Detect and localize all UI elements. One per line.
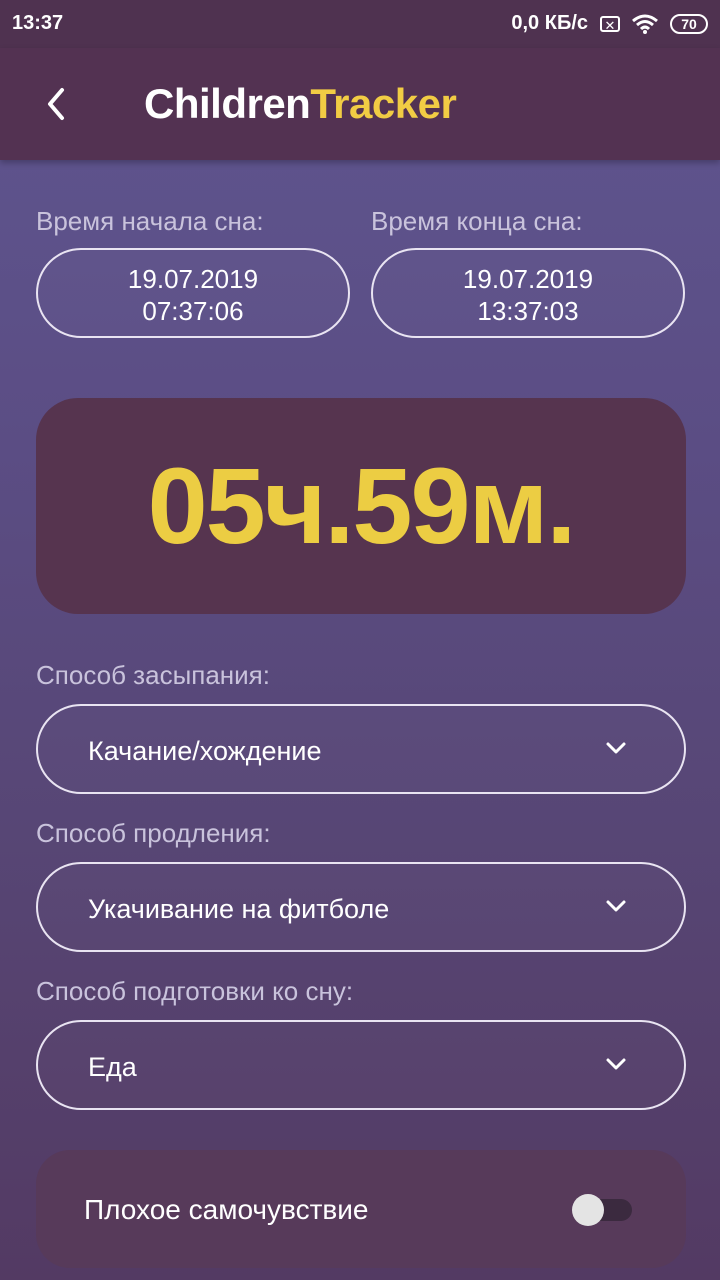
fall-asleep-label: Способ засыпания:: [36, 660, 270, 690]
prolong-dropdown[interactable]: Укачивание на фитболе: [36, 862, 686, 952]
status-right: 0,0 КБ/с ✕ 70: [511, 12, 708, 35]
chevron-down-icon: [606, 742, 626, 754]
chevron-down-icon: [606, 1058, 626, 1070]
unwell-toggle[interactable]: [572, 1194, 632, 1226]
sleep-end-date: 19.07.2019: [462, 264, 594, 294]
sleep-duration: 05ч.59м.: [36, 398, 686, 614]
fall-asleep-value: Качание/хождение: [88, 736, 322, 766]
toggle-knob: [572, 1194, 604, 1226]
net-speed: 0,0 КБ/с: [511, 12, 588, 34]
status-bar: 13:37 0,0 КБ/с ✕ 70: [0, 0, 720, 48]
wifi-icon: [632, 14, 658, 34]
sleep-end-picker[interactable]: 19.07.2019 13:37:03: [371, 248, 685, 338]
sleep-start-time: 07:37:06: [142, 296, 244, 326]
sleep-end-time: 13:37:03: [477, 296, 579, 326]
unwell-label: Плохое самочувствие: [84, 1194, 369, 1225]
unwell-card: Плохое самочувствие: [36, 1150, 686, 1268]
preparation-value: Еда: [88, 1052, 137, 1082]
app-title-part1: Children: [144, 80, 311, 127]
app-bar: ChildrenTracker: [0, 48, 720, 160]
prolong-value: Укачивание на фитболе: [88, 894, 390, 924]
fall-asleep-dropdown[interactable]: Качание/хождение: [36, 704, 686, 794]
sleep-start-date: 19.07.2019: [127, 264, 259, 294]
app-title: ChildrenTracker: [144, 80, 457, 128]
chevron-down-icon: [606, 900, 626, 912]
battery-icon: 70: [670, 13, 708, 34]
sleep-start-picker[interactable]: 19.07.2019 07:37:06: [36, 248, 350, 338]
status-time: 13:37: [12, 12, 64, 34]
app-title-part2: Tracker: [310, 80, 457, 127]
back-arrow-icon[interactable]: [40, 84, 72, 124]
preparation-dropdown[interactable]: Еда: [36, 1020, 686, 1110]
sim-x-icon: ✕: [600, 15, 620, 33]
sleep-end-label: Время конца сна:: [371, 206, 583, 236]
sleep-start-label: Время начала сна:: [36, 206, 264, 236]
prolong-label: Способ продления:: [36, 818, 271, 848]
preparation-label: Способ подготовки ко сну:: [36, 976, 354, 1006]
